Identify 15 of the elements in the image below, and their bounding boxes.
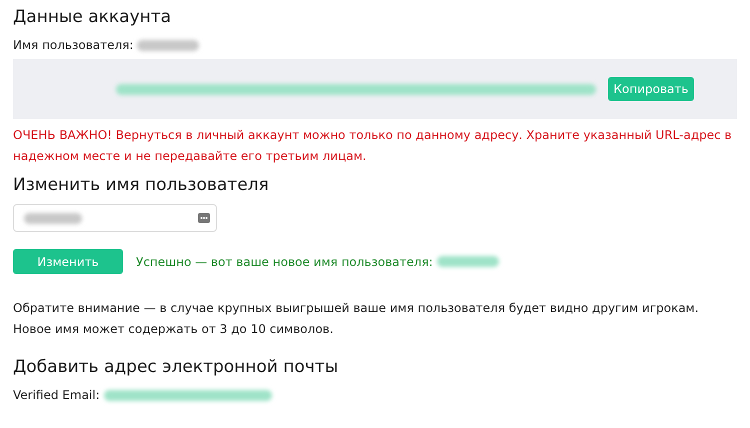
redacted-username <box>436 256 499 267</box>
note-text: Обратите внимание — в случае крупных выигрышей ваше имя пользователя будет видно другим игрокам. Новое имя может содержать от 3 до 10 символов. <box>13 300 700 338</box>
section-title: Добавить адрес электронной почты <box>13 357 340 377</box>
redacted-username <box>24 212 82 224</box>
success-message: Успешно — вот ваше новое имя пользователя: <box>136 254 433 268</box>
warning-text: ОЧЕНЬ ВАЖНО! Вернуться в личный аккаунт можно только по данному адресу. Храните указанный URL-адрес в надежном месте и не передавайте его третьим лицам. <box>13 127 733 165</box>
username-label: Имя пользователя: <box>13 38 134 52</box>
username-field[interactable] <box>13 204 217 232</box>
section-title: Данные аккаунта <box>13 7 172 27</box>
copy-button[interactable]: Копировать <box>608 77 694 101</box>
email-label: Verified Email: <box>13 388 100 402</box>
section-title: Изменить имя пользователя <box>13 175 270 195</box>
change-button[interactable]: Изменить <box>13 249 123 274</box>
key-icon[interactable] <box>198 213 210 223</box>
redacted-username <box>137 40 200 50</box>
